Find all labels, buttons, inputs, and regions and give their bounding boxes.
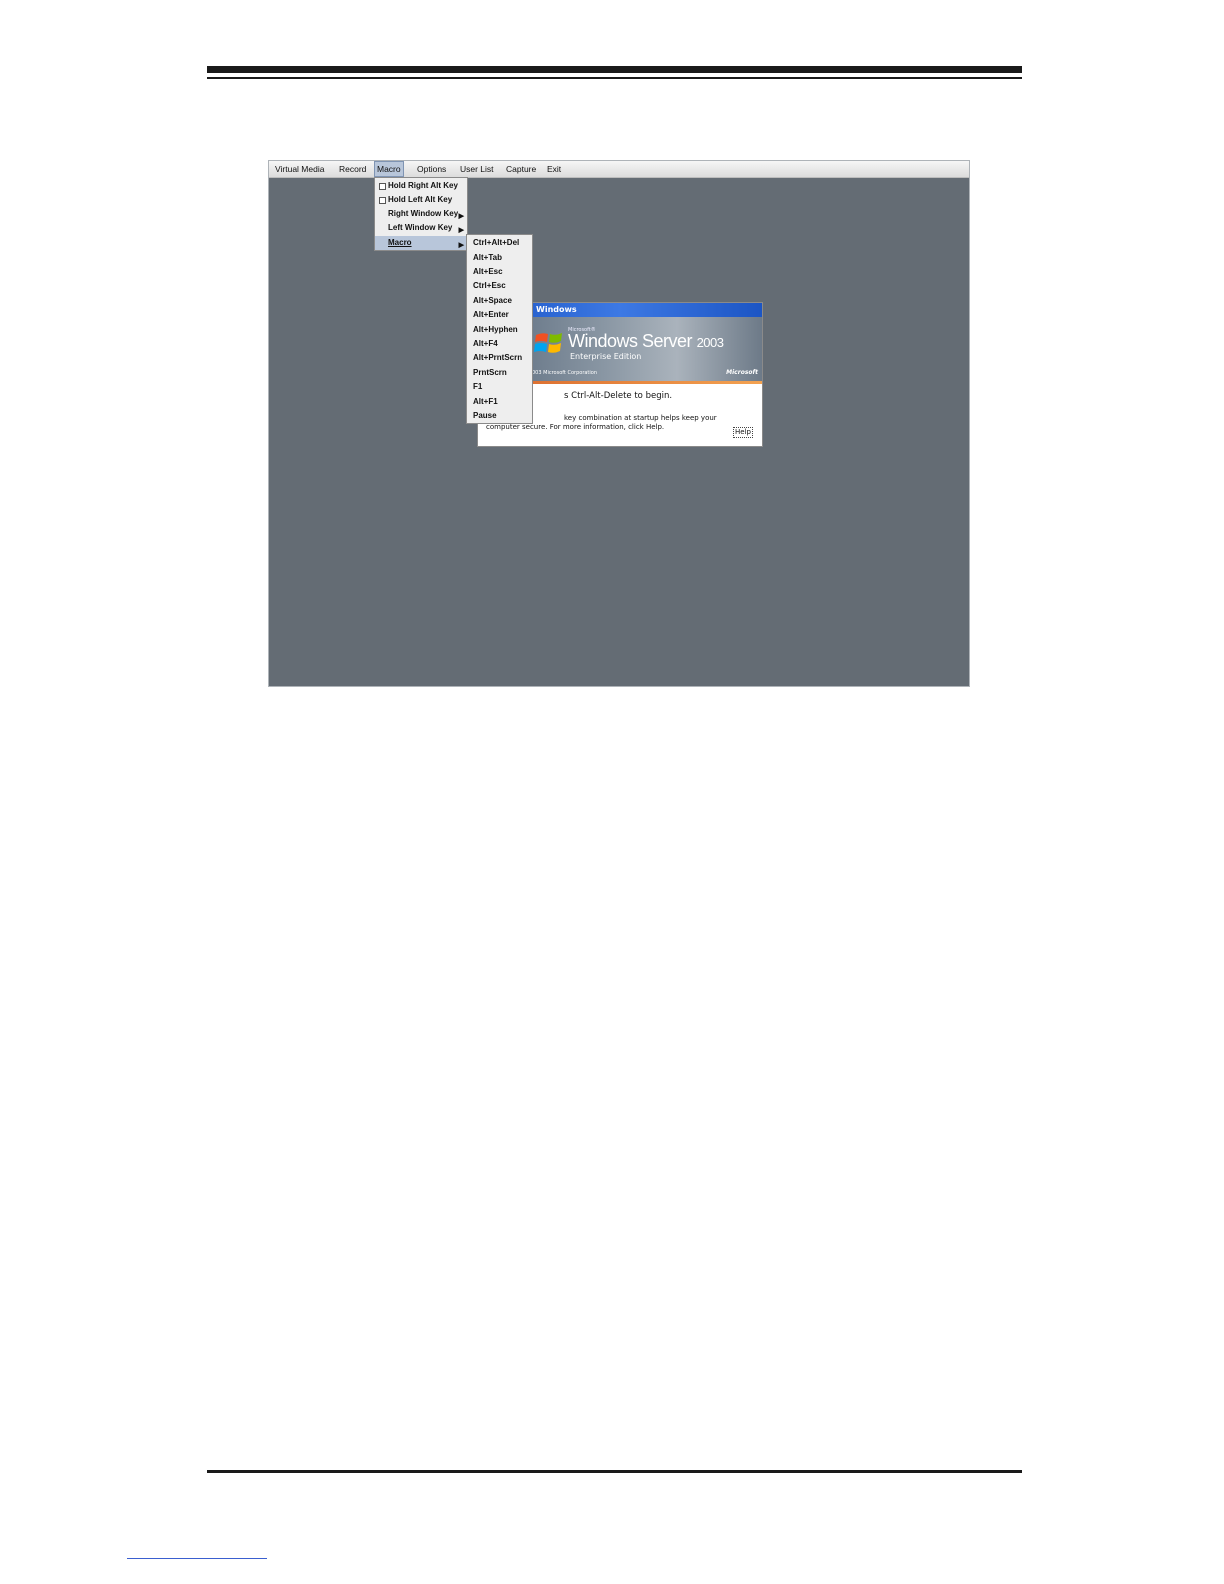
- submenu-alt-f1[interactable]: Alt+F1: [473, 395, 498, 409]
- submenu-alt-esc[interactable]: Alt+Esc: [473, 265, 503, 279]
- submenu-alt-space[interactable]: Alt+Space: [473, 294, 512, 308]
- submenu-alt-f4[interactable]: Alt+F4: [473, 337, 498, 351]
- dialog-title: Windows: [536, 305, 577, 314]
- header-rule-thin: [207, 77, 1022, 79]
- menu-user-list[interactable]: User List: [458, 162, 496, 176]
- microsoft-brand: Microsoft: [726, 369, 758, 376]
- submenu-alt-enter[interactable]: Alt+Enter: [473, 308, 509, 322]
- submenu-alt-prntscrn[interactable]: Alt+PrntScrn: [473, 351, 522, 365]
- footer-link-underline: [127, 1558, 267, 1559]
- footer-rule: [207, 1470, 1022, 1473]
- logon-instruction: s Ctrl-Alt-Delete to begin.: [564, 391, 673, 401]
- product-name: Windows Server 2003: [568, 331, 724, 352]
- menu-item-hold-left-alt[interactable]: Hold Left Alt Key: [375, 193, 467, 207]
- logon-note-line2: computer secure. For more information, c…: [486, 423, 665, 431]
- menu-bar: Virtual Media Record Macro Options User …: [269, 161, 969, 178]
- menu-item-macro[interactable]: Macro ▶: [375, 236, 467, 250]
- product-name-text: Windows Server: [568, 331, 693, 351]
- checkbox-icon[interactable]: [379, 183, 386, 190]
- menu-item-label: Right Window Key: [388, 209, 459, 218]
- submenu-arrow-icon: ▶: [458, 242, 464, 249]
- menu-macro[interactable]: Macro: [374, 161, 404, 177]
- checkbox-icon[interactable]: [379, 197, 386, 204]
- submenu-ctrl-alt-del[interactable]: Ctrl+Alt+Del: [473, 236, 519, 250]
- header-rule-thick: [207, 66, 1022, 73]
- menu-virtual-media[interactable]: Virtual Media: [273, 162, 326, 176]
- submenu-f1[interactable]: F1: [473, 380, 482, 394]
- menu-item-left-window-key[interactable]: Left Window Key ▶: [375, 221, 467, 235]
- menu-capture[interactable]: Capture: [504, 162, 538, 176]
- menu-record[interactable]: Record: [337, 162, 368, 176]
- product-edition: Enterprise Edition: [570, 352, 642, 361]
- menu-options[interactable]: Options: [415, 162, 448, 176]
- menu-item-label: Left Window Key: [388, 223, 453, 232]
- submenu-pause[interactable]: Pause: [473, 409, 497, 423]
- menu-item-label: Macro: [388, 238, 412, 247]
- submenu-ctrl-esc[interactable]: Ctrl+Esc: [473, 279, 506, 293]
- product-year: 2003: [696, 335, 724, 350]
- menu-item-hold-right-alt[interactable]: Hold Right Alt Key: [375, 179, 467, 193]
- submenu-alt-hyphen[interactable]: Alt+Hyphen: [473, 323, 518, 337]
- menu-item-label: Hold Right Alt Key: [388, 181, 458, 190]
- windows-logo-icon: [534, 333, 562, 353]
- help-button[interactable]: Help: [733, 427, 753, 438]
- macro-submenu: Ctrl+Alt+Del Alt+Tab Alt+Esc Ctrl+Esc Al…: [466, 234, 533, 424]
- menu-item-right-window-key[interactable]: Right Window Key ▶: [375, 207, 467, 221]
- logon-note-line1: key combination at startup helps keep yo…: [564, 414, 717, 422]
- menu-exit[interactable]: Exit: [545, 162, 563, 176]
- submenu-prntscrn[interactable]: PrntScrn: [473, 366, 507, 380]
- menu-item-label: Hold Left Alt Key: [388, 195, 453, 204]
- macro-dropdown: Hold Right Alt Key Hold Left Alt Key Rig…: [374, 177, 468, 251]
- copyright-text: 003 Microsoft Corporation: [532, 370, 598, 376]
- kvm-console-window: Virtual Media Record Macro Options User …: [268, 160, 970, 687]
- submenu-alt-tab[interactable]: Alt+Tab: [473, 251, 502, 265]
